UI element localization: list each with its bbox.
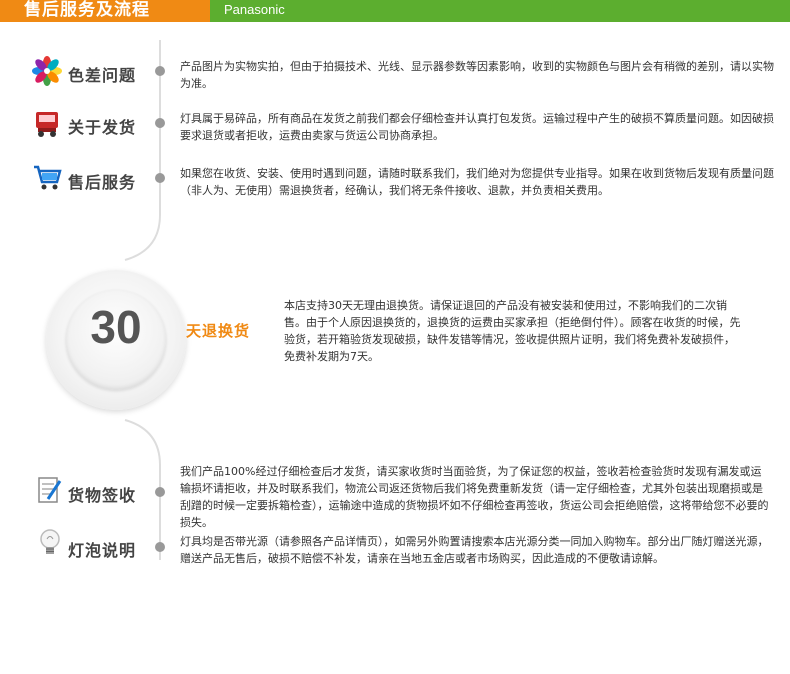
section-text-shipping: 灯具属于易碎品，所有商品在发货之前我们都会仔细检查并认真打包发货。运输过程中产生…	[180, 112, 774, 142]
light-bulb-icon	[36, 528, 66, 558]
section-label-color-difference: 色差问题	[68, 66, 137, 85]
sign-document-icon	[34, 475, 64, 505]
section-text-color-difference: 产品图片为实物实拍，但由于拍摄技术、光线、显示器参数等因素影响，收到的实物颜色与…	[180, 60, 774, 90]
timeline-dot	[155, 66, 165, 76]
section-label-receipt: 货物签收	[68, 486, 137, 505]
section-label-bulb-info: 灯泡说明	[68, 541, 137, 560]
return-days-number: 30	[90, 301, 142, 353]
shopping-cart-icon	[32, 162, 62, 192]
section-label-after-sales: 售后服务	[68, 173, 137, 192]
section-label-shipping: 关于发货	[68, 118, 137, 137]
section-text-after-sales: 如果您在收货、安装、使用时遇到问题，请随时联系我们，我们绝对为您提供专业指导。如…	[180, 167, 774, 197]
section-text-bulb-info: 灯具均是否带光源（请参照各产品详情页），如需另外购置请搜索本店光源分类一同加入购…	[180, 535, 769, 565]
timeline-dot	[155, 542, 165, 552]
timeline-dot	[155, 487, 165, 497]
return-policy-text: 本店支持30天无理由退换货。请保证退回的产品没有被安装和使用过，不影响我们的二次…	[284, 299, 741, 363]
timeline-dot	[155, 118, 165, 128]
color-petals-icon	[32, 56, 62, 86]
delivery-truck-icon	[32, 108, 62, 138]
timeline-dot	[155, 173, 165, 183]
return-days-label: 天退换货	[186, 322, 251, 340]
section-text-receipt: 我们产品100%经过仔细检查后才发货，请买家收货时当面验货，为了保证您的权益，签…	[180, 465, 769, 529]
